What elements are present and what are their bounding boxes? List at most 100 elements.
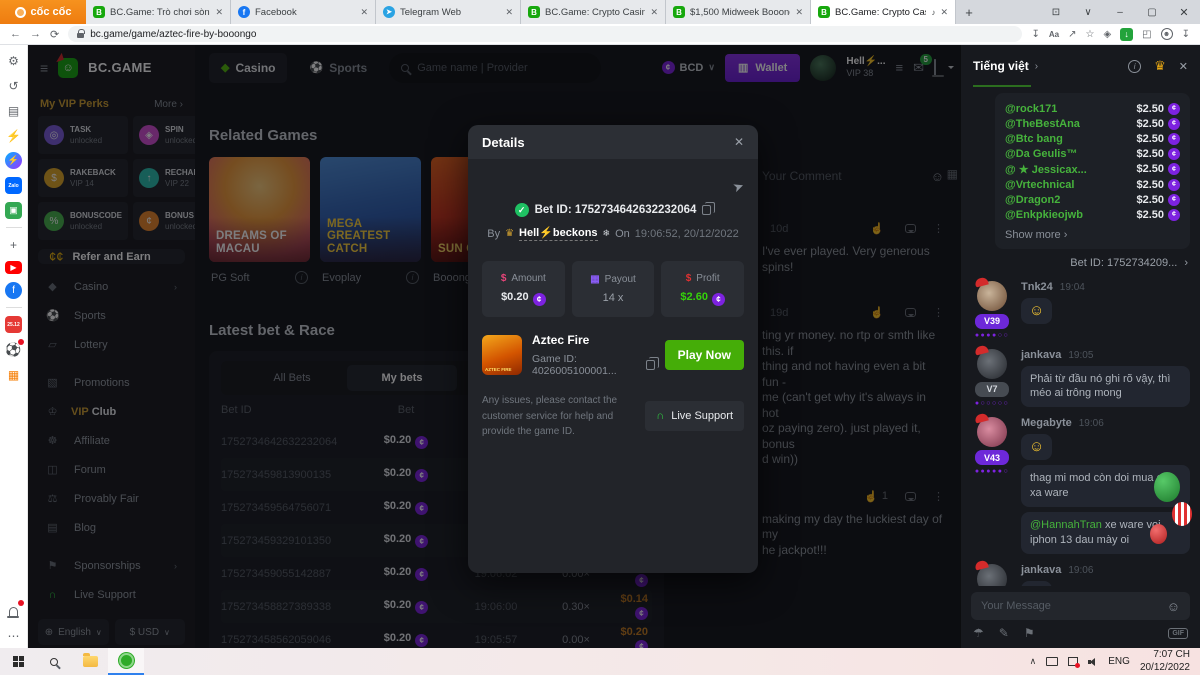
recent-tabs-icon[interactable]: ∨ (1072, 0, 1104, 24)
rain-tip-icon[interactable]: ☂ (973, 626, 984, 640)
copy-bet-id-icon[interactable] (702, 205, 711, 215)
rail-icon[interactable]: f (5, 282, 22, 299)
window-maximize-button[interactable]: ▢ (1136, 0, 1168, 24)
tab-close-icon[interactable]: ✕ (940, 7, 948, 18)
chat-message-input[interactable]: Your Message ☺ (971, 592, 1190, 620)
tab-close-icon[interactable]: ✕ (215, 7, 223, 18)
rail-icon[interactable]: ▦ (5, 366, 22, 383)
emoji-picker-icon[interactable]: ☺ (1167, 599, 1180, 614)
taskbar-search-icon[interactable] (36, 648, 72, 675)
start-button[interactable] (0, 648, 36, 675)
show-more-link[interactable]: Show more › (1005, 229, 1180, 241)
gif-icon[interactable]: GIF (1168, 628, 1188, 639)
rail-icon[interactable]: + (5, 236, 22, 253)
tray-expand-icon[interactable]: ∧ (1030, 656, 1037, 667)
live-support-button[interactable]: ∩ Live Support (645, 401, 744, 431)
rail-icon[interactable]: ↺ (5, 77, 22, 94)
winner-username[interactable]: @rock171 (1005, 103, 1057, 115)
winner-username[interactable]: @Enkpkieojwb (1005, 209, 1083, 221)
browser-profile-icon[interactable]: ☻ (1161, 28, 1173, 40)
tab-close-icon[interactable]: ✕ (650, 7, 658, 18)
rail-icon[interactable] (6, 307, 22, 308)
winner-username[interactable]: @TheBestAna (1005, 118, 1080, 130)
winner-username[interactable]: @Btc bang (1005, 133, 1063, 145)
chat-username[interactable]: Megabyte (1021, 417, 1072, 429)
volume-icon[interactable] (1088, 657, 1098, 666)
chat-message: V7 ●○○○○○ jankava 19:06 ☺Tưởng có cái tế… (971, 564, 1190, 586)
browser-tab[interactable]: B BC.Game: Trò chơi sòng bạc ✕ (86, 0, 231, 24)
lock-icon[interactable] (77, 33, 84, 38)
rail-icon[interactable] (6, 227, 22, 228)
download-manager-icon[interactable]: ↓ (1120, 28, 1133, 41)
back-icon[interactable]: ← (10, 28, 21, 40)
extensions-icon[interactable]: ◰ (1142, 29, 1151, 40)
winner-username[interactable]: @Dragon2 (1005, 194, 1060, 206)
new-tab-button[interactable]: + (956, 0, 982, 24)
winner-username[interactable]: @Da Geulis™ (1005, 148, 1077, 160)
browser-tab[interactable]: B BC.Game: Crypto Casino ♪ ✕ (811, 0, 956, 24)
chat-avatar[interactable] (977, 281, 1007, 311)
send-to-device-icon[interactable]: ↧ (1031, 29, 1039, 40)
window-minimize-button[interactable]: – (1104, 0, 1136, 24)
rail-icon[interactable]: ▣ (5, 202, 22, 219)
translate-icon[interactable]: Aa (1049, 30, 1059, 39)
taskbar-coccoc-icon[interactable] (108, 648, 144, 675)
rail-icon[interactable]: ▶ (5, 261, 22, 274)
address-bar[interactable]: bc.game/game/aztec-fire-by-booongo (68, 26, 1022, 42)
bet-owner-username[interactable]: Hell⚡beckons (519, 226, 598, 241)
chat-username[interactable]: jankava (1021, 564, 1061, 576)
trophy-icon[interactable]: ♛ (1154, 58, 1166, 74)
winner-username[interactable]: @Vrtechnical (1005, 179, 1074, 191)
rail-icon[interactable]: 25.12 (5, 316, 22, 333)
play-now-button[interactable]: Play Now (665, 340, 744, 370)
tab-search-icon[interactable]: ⊡ (1040, 0, 1072, 24)
rail-icon[interactable]: ⚙ (5, 52, 22, 69)
bell-icon[interactable] (5, 602, 22, 619)
downloads-tray-icon[interactable]: ↧ (1182, 29, 1190, 40)
browser-tab[interactable]: B BC.Game: Crypto Casino Gam ✕ (521, 0, 666, 24)
tab-close-icon[interactable]: ✕ (795, 7, 803, 18)
language-indicator[interactable]: ENG (1108, 656, 1130, 667)
chat-avatar[interactable] (977, 417, 1007, 447)
file-explorer-icon[interactable] (72, 648, 108, 675)
action-center-icon[interactable] (1068, 657, 1078, 666)
rail-icon[interactable] (5, 391, 22, 594)
clock[interactable]: 7:07 CH20/12/2022 (1140, 649, 1190, 674)
tab-close-icon[interactable]: ✕ (505, 7, 513, 18)
game-thumbnail[interactable]: AZTEC FIRE (482, 335, 522, 375)
chat-avatar[interactable] (977, 564, 1007, 586)
tab-close-icon[interactable]: ✕ (360, 7, 368, 18)
chat-rules-icon[interactable]: i (1128, 60, 1141, 73)
tab-audio-icon[interactable]: ♪ (931, 8, 935, 17)
rail-icon[interactable]: Zalo (5, 177, 22, 194)
adblock-shield-icon[interactable]: ◈ (1103, 29, 1111, 40)
shared-bet-link[interactable]: Bet ID: 1752734209...› (961, 249, 1200, 269)
chat-close-icon[interactable]: ✕ (1179, 60, 1188, 73)
coccoc-brand[interactable]: cốc cốc (0, 0, 86, 24)
window-close-button[interactable]: ✕ (1168, 0, 1200, 24)
browser-tab[interactable]: f Facebook ✕ (231, 0, 376, 24)
chat-avatar[interactable] (977, 349, 1007, 379)
chat-room-label[interactable]: Tiếng việt (973, 59, 1029, 73)
chat-username[interactable]: jankava (1021, 349, 1061, 361)
rail-more-icon[interactable]: ⋯ (5, 627, 22, 644)
browser-tab[interactable]: B $1,500 Midweek Booongo M ✕ (666, 0, 811, 24)
rail-icon[interactable]: ⚡ (5, 152, 22, 169)
chat-username[interactable]: Tnk24 (1021, 281, 1053, 293)
reload-icon[interactable]: ⟳ (50, 28, 59, 41)
modal-close-icon[interactable]: ✕ (734, 135, 744, 149)
coupon-tag-icon[interactable]: ⚑ (1024, 626, 1035, 640)
share-icon[interactable]: ↗ (1068, 29, 1076, 40)
copy-game-id-icon[interactable] (646, 360, 655, 370)
rules-pencil-icon[interactable]: ✎ (999, 626, 1009, 640)
share-bet-icon[interactable]: ➤ (482, 179, 744, 195)
browser-tab[interactable]: ➤ Telegram Web ✕ (376, 0, 521, 24)
rail-icon[interactable]: ⚡ (5, 127, 22, 144)
network-icon[interactable] (1046, 657, 1058, 666)
winner-username[interactable]: @ ★ Jessicax... (1005, 163, 1087, 176)
forward-icon[interactable]: → (30, 28, 41, 40)
rail-icon[interactable]: ⚽ (5, 341, 22, 358)
mention-link[interactable]: @HannahTran (1030, 519, 1102, 531)
rail-icon[interactable]: ▤ (5, 102, 22, 119)
bookmark-star-icon[interactable]: ☆ (1085, 29, 1094, 40)
